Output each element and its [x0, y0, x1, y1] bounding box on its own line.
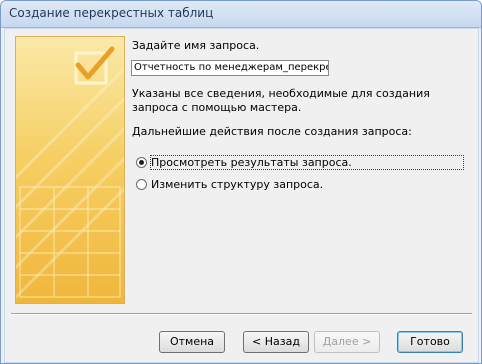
wizard-illustration	[15, 36, 125, 304]
option-label: Просмотреть результаты запроса.	[151, 156, 352, 169]
query-name-prompt: Задайте имя запроса.	[132, 39, 260, 52]
checkmark-table-icon	[16, 46, 124, 300]
back-button[interactable]: < Назад	[243, 331, 309, 353]
radio-button[interactable]	[136, 179, 147, 190]
cancel-button[interactable]: Отмена	[159, 331, 225, 353]
query-name-input[interactable]: Отчетность по менеджерам_перекрестный	[131, 60, 329, 76]
separator-line	[11, 313, 472, 315]
next-actions-label: Дальнейшие действия после создания запро…	[132, 125, 412, 138]
wizard-client-area: Задайте имя запроса. Отчетность по менед…	[4, 28, 479, 363]
info-text: Указаны все сведения, необходимые для со…	[132, 87, 430, 114]
wizard-window: Создание перекрестных таблиц Задайте имя…	[0, 0, 482, 364]
title-bar[interactable]: Создание перекрестных таблиц	[1, 1, 481, 28]
radio-button[interactable]	[136, 157, 147, 168]
window-title: Создание перекрестных таблиц	[9, 6, 214, 20]
finish-button[interactable]: Готово	[397, 331, 463, 353]
radio-selected-dot	[139, 160, 144, 165]
option-label: Изменить структуру запроса.	[151, 178, 324, 191]
next-button[interactable]: Далее >	[314, 331, 380, 353]
